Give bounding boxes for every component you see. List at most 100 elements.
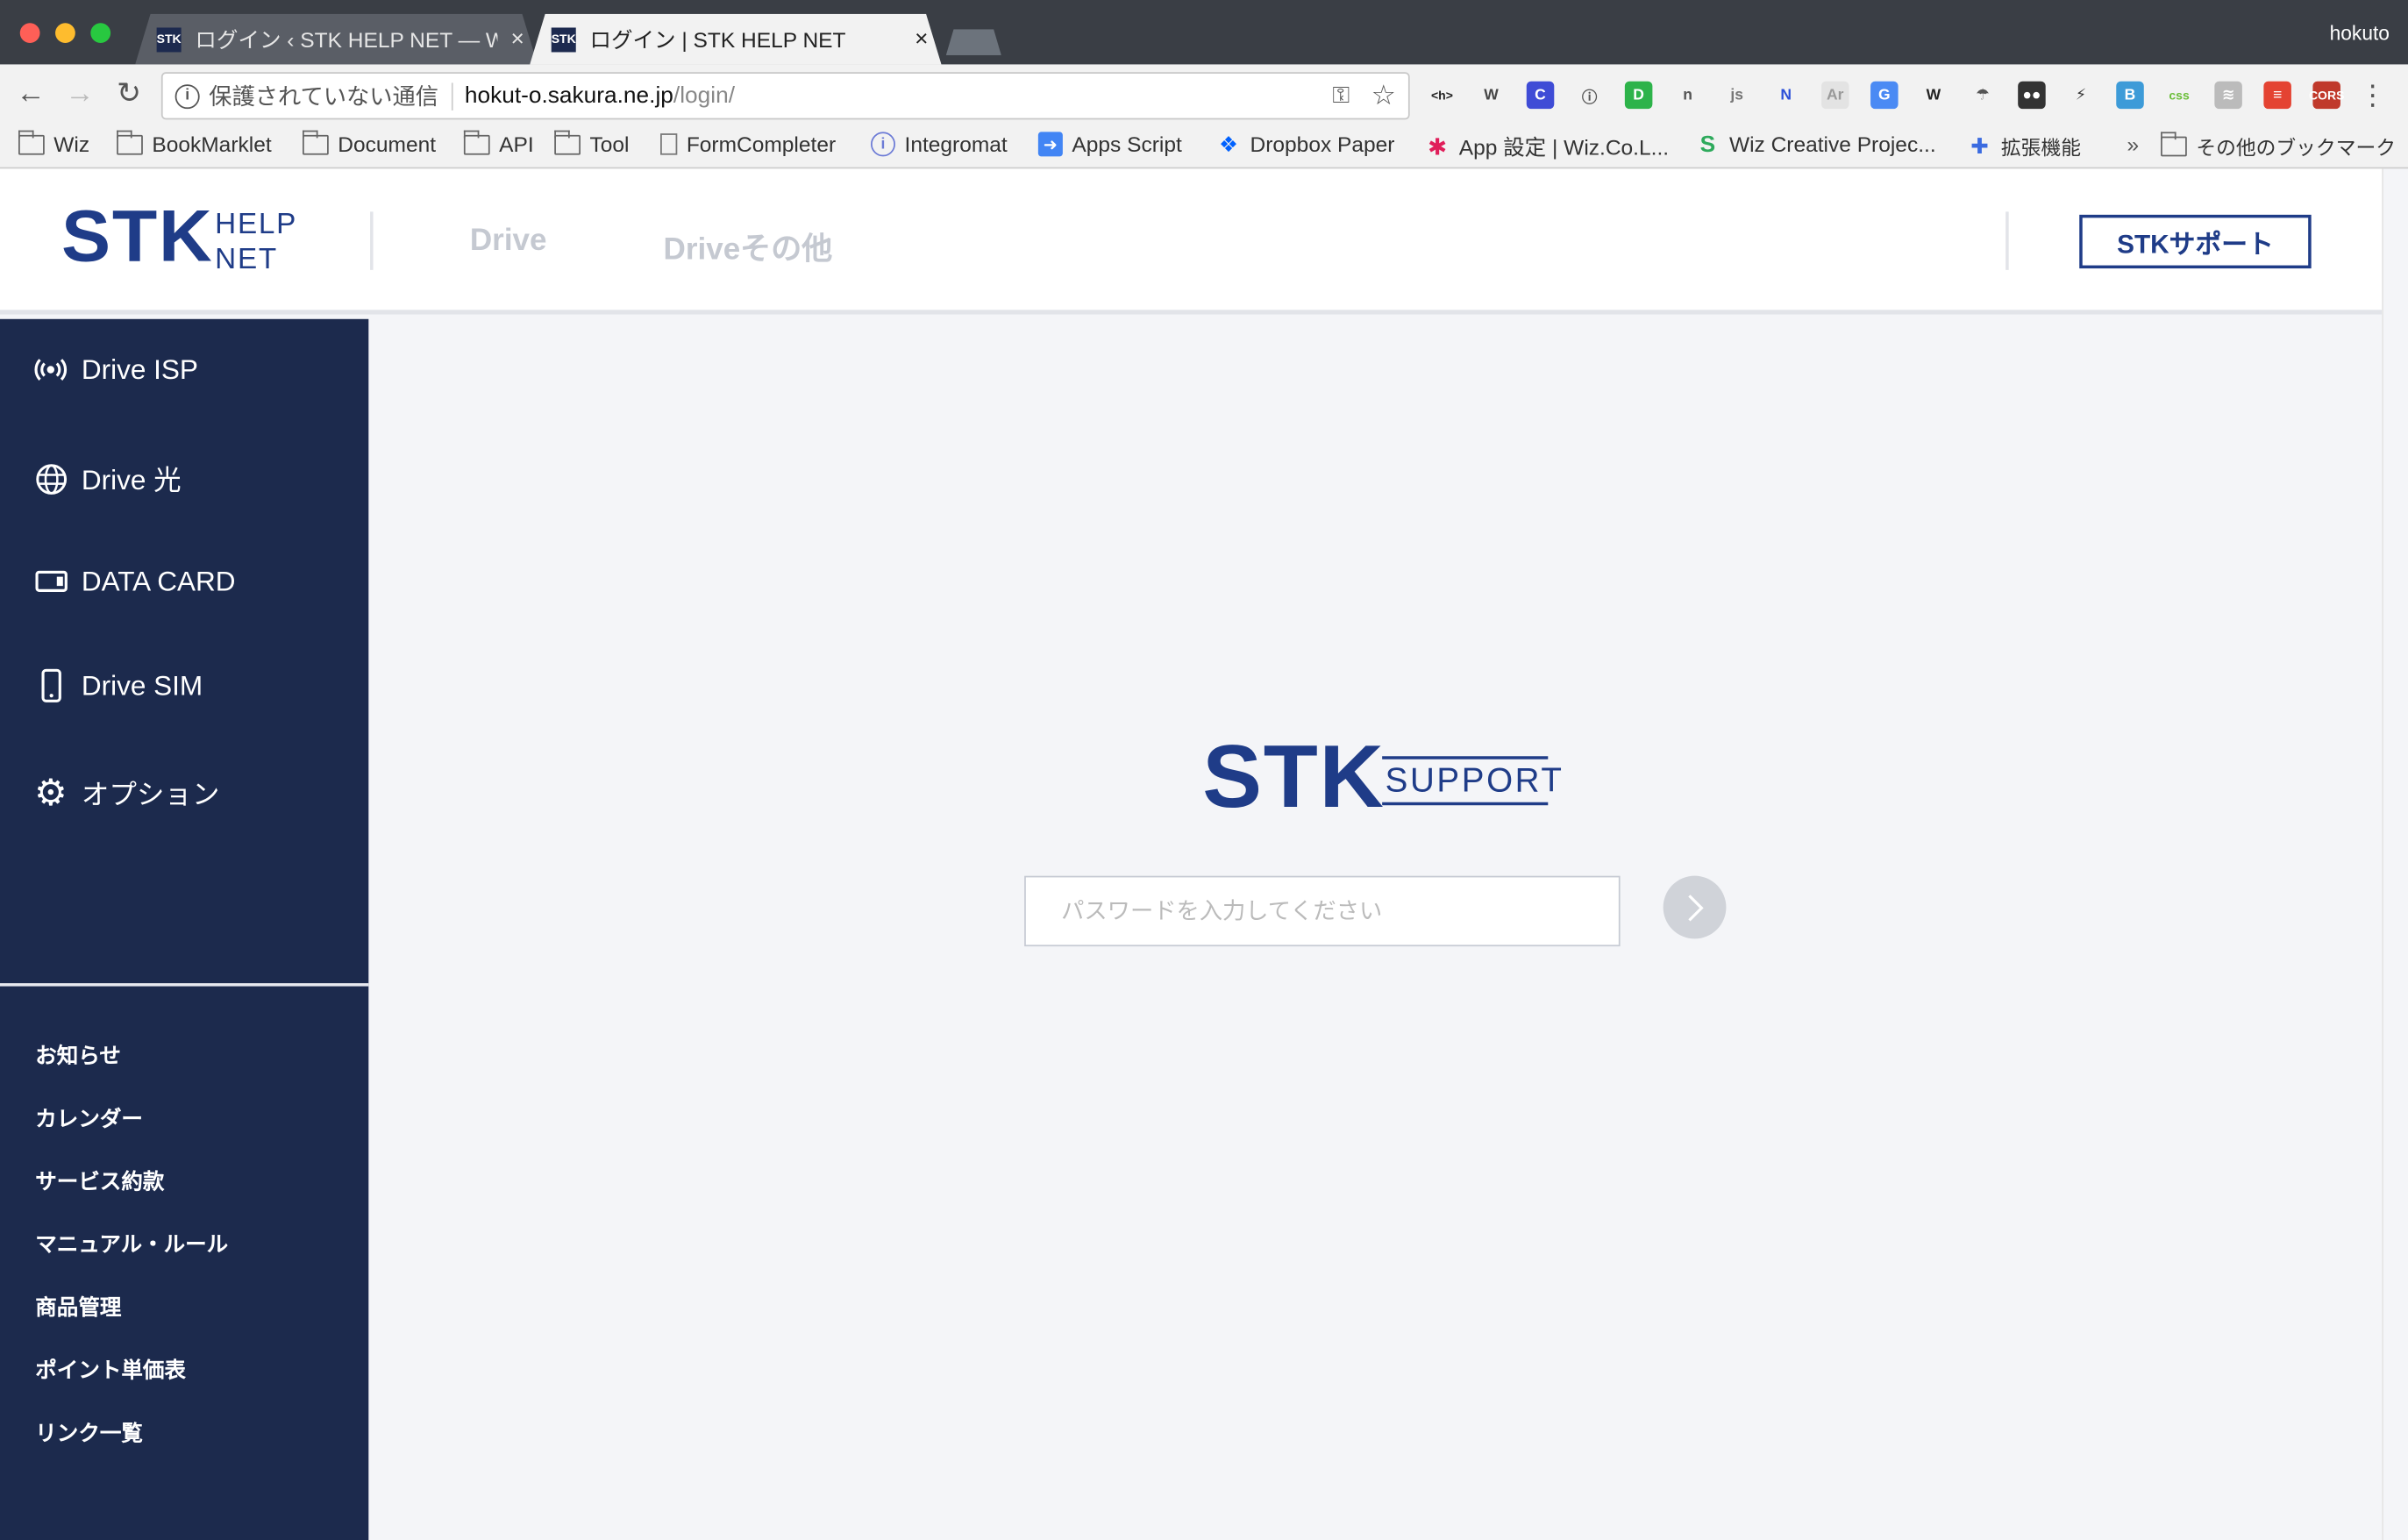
umbrella-icon[interactable]: ☂ xyxy=(1969,82,1997,109)
support-logo-sub: SUPPORT xyxy=(1382,756,1562,806)
sidebar-item-label: Drive ISP xyxy=(81,353,198,385)
todoist-icon[interactable]: ≡ xyxy=(2263,81,2291,110)
bookmark-item[interactable]: FormCompleter xyxy=(660,132,836,156)
address-bar[interactable]: i 保護されていない通信 hokut-o.sakura.ne.jp /login… xyxy=(160,72,1410,120)
sidebar-link-calendar[interactable]: カレンダー xyxy=(35,1103,143,1134)
sidebar-item-data-card[interactable]: DATA CARD xyxy=(34,565,236,598)
new-tab-button[interactable] xyxy=(946,29,1001,55)
reload-icon[interactable]: ↻ xyxy=(110,76,147,113)
info-ext-icon[interactable]: ⓘ xyxy=(1576,82,1604,109)
bookmark-folder[interactable]: Tool xyxy=(553,129,629,156)
back-arrow-icon[interactable]: ← xyxy=(12,76,49,113)
bookmarks-overflow-icon[interactable]: » xyxy=(2127,132,2140,156)
d-extension-icon[interactable]: D xyxy=(1624,81,1653,110)
forward-arrow-icon[interactable]: → xyxy=(61,76,98,113)
browser-tab-active[interactable]: STK ログイン | STK HELP NET × xyxy=(530,14,941,65)
cors-icon[interactable]: CORS xyxy=(2309,81,2344,110)
bookmarks-bar: Wiz BookMarklet Document API Tool FormCo… xyxy=(0,125,2408,169)
bookmark-item[interactable]: ❖ Dropbox Paper xyxy=(1216,131,1395,157)
bookmark-item[interactable]: S Wiz Creative Projec... xyxy=(1695,132,1936,158)
dropbox-icon: ❖ xyxy=(1219,131,1239,156)
bookmark-label: Dropbox Paper xyxy=(1250,132,1395,157)
integromat-icon: i xyxy=(870,132,895,157)
password-input[interactable] xyxy=(1024,875,1621,947)
bookmark-star-icon[interactable]: ☆ xyxy=(1371,80,1396,112)
tab-close-icon[interactable]: × xyxy=(901,26,942,53)
bookmark-item[interactable]: ✚ 拡張機能 xyxy=(1967,132,2081,160)
folder-icon xyxy=(463,129,490,154)
rss-icon[interactable]: ≋ xyxy=(2214,81,2242,110)
sidebar-link-points[interactable]: ポイント単価表 xyxy=(35,1354,186,1385)
page-icon xyxy=(660,133,678,155)
bookmark-folder[interactable]: API xyxy=(463,129,534,156)
maximize-window-button[interactable] xyxy=(90,23,111,43)
b-icon[interactable]: B xyxy=(2116,81,2144,110)
w-icon[interactable]: W xyxy=(1920,82,1948,109)
bookmark-folder[interactable]: Wiz xyxy=(18,129,89,156)
bookmark-label: App 設定 | Wiz.Co.L... xyxy=(1458,134,1670,160)
nav-drive-other[interactable]: Driveその他 xyxy=(664,224,833,268)
nav-drive[interactable]: Drive xyxy=(470,224,547,259)
close-window-button[interactable] xyxy=(19,23,40,43)
sidebar-divider xyxy=(0,983,369,987)
page-scrollbar[interactable] xyxy=(2382,168,2408,1540)
bookmark-folder[interactable]: Document xyxy=(302,129,436,156)
key-icon[interactable]: ⚿ xyxy=(1332,82,1350,109)
sidebar-link-manual[interactable]: マニュアル・ルール xyxy=(35,1229,228,1259)
sidebar-item-label: オプション xyxy=(81,779,220,810)
bookmark-item[interactable]: ➜ Apps Script xyxy=(1037,132,1182,157)
logo-sub-help: HELP xyxy=(215,208,298,241)
site-header xyxy=(0,168,2383,315)
wordpress-icon[interactable]: W xyxy=(1478,82,1506,109)
gear-icon: ⚙ xyxy=(33,772,68,814)
eyes-icon[interactable]: ●● xyxy=(2018,81,2046,110)
sidebar-link-terms[interactable]: サービス約款 xyxy=(35,1166,164,1196)
stk-support-button[interactable]: STKサポート xyxy=(2079,214,2312,269)
sidebar-item-label: Drive SIM xyxy=(81,669,203,701)
notion-clip-icon[interactable]: N xyxy=(1772,82,1800,109)
url-host: hokut-o.sakura.ne.jp xyxy=(464,82,673,110)
folder-icon xyxy=(2160,132,2187,157)
card-icon xyxy=(34,565,68,598)
bookmark-item[interactable]: i Integromat xyxy=(870,132,1008,157)
sidebar-item-drive-sim[interactable]: Drive SIM xyxy=(34,668,203,702)
header-divider xyxy=(370,211,374,270)
profile-name[interactable]: hokuto xyxy=(2330,21,2390,44)
menu-dots-icon[interactable]: ⋮ xyxy=(2359,80,2387,112)
site-logo[interactable]: STK xyxy=(61,200,213,274)
other-bookmarks-folder[interactable]: その他のブックマーク xyxy=(2160,132,2396,160)
header-divider xyxy=(2005,211,2009,270)
minimize-window-button[interactable] xyxy=(55,23,75,43)
folder-icon xyxy=(116,129,143,154)
js-icon[interactable]: js xyxy=(1723,82,1751,109)
sidebar-item-drive-hikari[interactable]: Drive 光 xyxy=(34,459,182,498)
sidebar-link-products[interactable]: 商品管理 xyxy=(35,1292,121,1323)
sidebar-item-drive-isp[interactable]: Drive ISP xyxy=(34,353,198,386)
bookmark-item[interactable]: ✱ App 設定 | Wiz.Co.L... xyxy=(1425,132,1669,162)
bolt-icon[interactable]: ⚡ xyxy=(2067,82,2095,109)
stk-favicon-icon: STK xyxy=(552,27,576,52)
browser-tab[interactable]: STK ログイン ‹ STK HELP NET — W × xyxy=(135,14,538,65)
logo-sub-net: NET xyxy=(215,244,278,276)
translate-icon[interactable]: G xyxy=(1870,81,1899,110)
sidebar-link-news[interactable]: お知らせ xyxy=(35,1040,121,1071)
browser-titlebar: STK ログイン ‹ STK HELP NET — W × STK ログイン |… xyxy=(0,0,2408,64)
bookmark-label: BookMarklet xyxy=(152,132,272,157)
n-hex-icon[interactable]: n xyxy=(1674,82,1702,109)
sidebar-item-options[interactable]: ⚙ オプション xyxy=(33,772,220,814)
slack-icon: ✱ xyxy=(1428,134,1448,161)
html-tag-icon[interactable]: <h> xyxy=(1428,82,1457,109)
folder-icon xyxy=(302,129,329,154)
login-submit-button[interactable] xyxy=(1663,875,1727,939)
bookmark-label: Integromat xyxy=(904,132,1008,157)
info-icon[interactable]: i xyxy=(175,83,200,109)
c-extension-icon[interactable]: C xyxy=(1526,81,1555,110)
bookmark-folder[interactable]: BookMarklet xyxy=(116,129,272,157)
tab-title: ログイン | STK HELP NET xyxy=(589,26,846,52)
sidebar-link-links[interactable]: リンク一覧 xyxy=(35,1417,143,1448)
security-status[interactable]: 保護されていない通信 xyxy=(209,80,438,112)
sidebar-item-label: DATA CARD xyxy=(81,565,236,596)
tab-close-icon[interactable]: × xyxy=(497,26,538,53)
css-icon[interactable]: css xyxy=(2165,82,2193,109)
ar-icon[interactable]: Ar xyxy=(1821,81,1849,110)
